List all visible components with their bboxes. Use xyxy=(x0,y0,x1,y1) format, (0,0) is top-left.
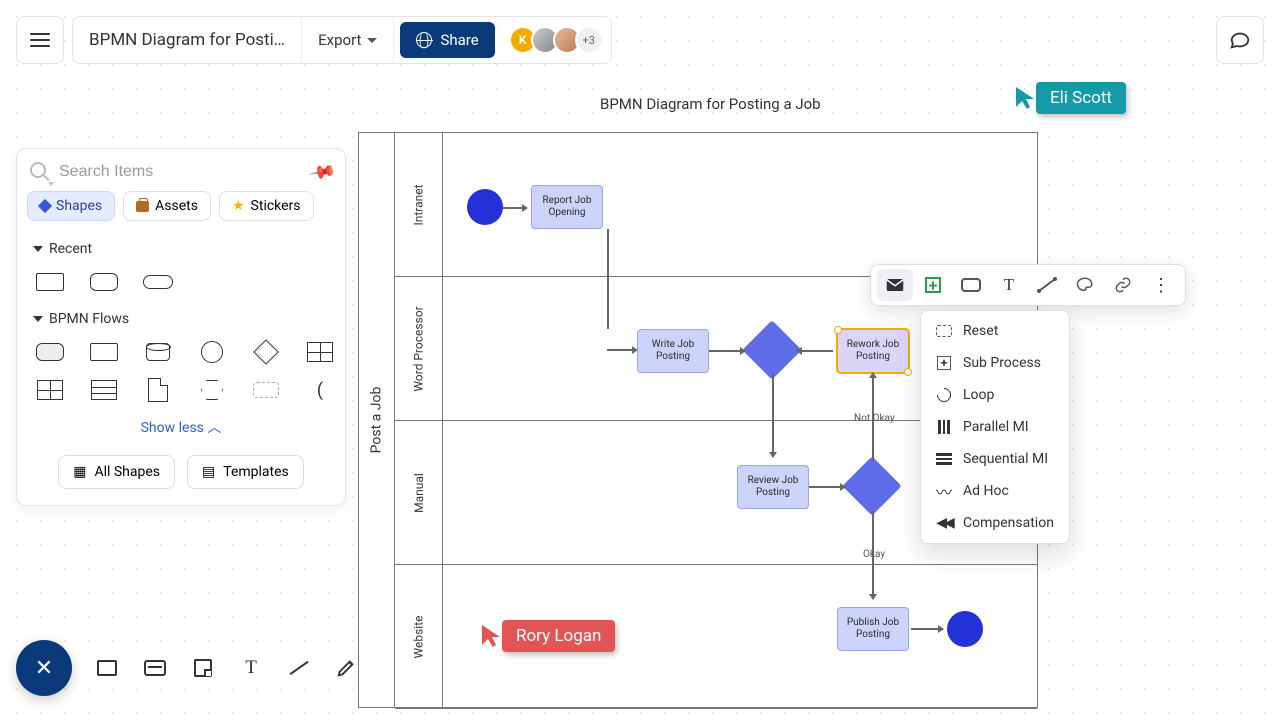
cursor-eli: Eli Scott xyxy=(1014,82,1126,114)
shape-document[interactable] xyxy=(141,379,175,401)
tool-text[interactable]: T xyxy=(991,269,1027,301)
shape-group[interactable] xyxy=(249,379,283,401)
shape-circle[interactable] xyxy=(195,341,229,363)
shape-rect[interactable] xyxy=(33,271,67,293)
section-recent[interactable]: Recent xyxy=(17,231,345,263)
shape-table[interactable] xyxy=(33,379,67,401)
shape-pool[interactable] xyxy=(303,341,337,363)
chevron-down-icon xyxy=(33,316,43,322)
shape-task[interactable] xyxy=(33,341,67,363)
tab-shapes[interactable]: Shapes xyxy=(27,191,115,221)
edge xyxy=(911,628,943,630)
edge xyxy=(772,373,774,457)
close-icon: ✕ xyxy=(35,656,53,681)
share-label: Share xyxy=(440,31,478,49)
shape-lane[interactable] xyxy=(87,379,121,401)
task-review[interactable]: Review Job Posting xyxy=(737,465,809,509)
menu-compensation[interactable]: ◀◀Compensation xyxy=(921,507,1069,539)
shape-rect[interactable] xyxy=(87,341,121,363)
selection-toolbar: + T ⋮ xyxy=(870,264,1186,306)
recent-shapes xyxy=(17,263,345,301)
share-button[interactable]: Share xyxy=(400,22,494,58)
chevron-up-icon: ︿ xyxy=(207,420,221,436)
task-publish[interactable]: Publish Job Posting xyxy=(837,607,909,651)
canvas-title: BPMN Diagram for Posting a Job xyxy=(600,95,821,113)
menu-button[interactable] xyxy=(16,16,64,64)
tool-connector[interactable] xyxy=(1029,269,1065,301)
cursor-label: Eli Scott xyxy=(1036,82,1126,114)
cursor-rory: Rory Logan xyxy=(480,620,615,652)
task-rework[interactable]: Rework Job Posting xyxy=(837,329,909,373)
edge xyxy=(607,229,609,329)
shape-rounded-rect[interactable] xyxy=(87,271,121,293)
shape-pill[interactable] xyxy=(141,271,175,293)
edge xyxy=(709,350,745,352)
star-icon: ★ xyxy=(232,198,245,214)
menu-subprocess[interactable]: +Sub Process xyxy=(921,347,1069,379)
globe-icon xyxy=(416,32,432,48)
tool-more[interactable]: ⋮ xyxy=(1143,269,1179,301)
menu-loop[interactable]: Loop xyxy=(921,379,1069,411)
cursor-icon xyxy=(480,623,502,649)
search-input[interactable] xyxy=(59,163,259,181)
pool-label[interactable]: Post a Job xyxy=(359,133,395,707)
shape-hexagon[interactable] xyxy=(195,379,229,401)
chevron-down-icon xyxy=(367,38,377,43)
chevron-down-icon xyxy=(33,246,43,252)
grid-icon: ▦ xyxy=(73,464,86,480)
tool-color[interactable] xyxy=(1067,269,1103,301)
edge xyxy=(607,349,637,351)
all-shapes-button[interactable]: ▦All Shapes xyxy=(58,455,175,489)
tool-rectangle[interactable] xyxy=(92,653,122,683)
edge-label-okay: Okay xyxy=(863,549,885,560)
tool-shape[interactable] xyxy=(953,269,989,301)
edge-label-not-okay: Not Okay xyxy=(854,413,895,424)
tab-stickers[interactable]: ★Stickers xyxy=(219,191,314,221)
export-button[interactable]: Export xyxy=(302,17,394,63)
diamond-icon xyxy=(38,199,52,213)
tool-link[interactable] xyxy=(1105,269,1141,301)
tool-add[interactable]: + xyxy=(915,269,951,301)
collaborators[interactable]: K +3 xyxy=(501,26,611,54)
cursor-label: Rory Logan xyxy=(502,620,615,652)
section-bpmn[interactable]: BPMN Flows xyxy=(17,301,345,333)
close-toolbar-button[interactable]: ✕ xyxy=(16,640,72,696)
export-label: Export xyxy=(318,31,361,49)
tool-line[interactable] xyxy=(284,653,314,683)
end-event[interactable] xyxy=(947,611,983,647)
tool-sticky[interactable] xyxy=(188,653,218,683)
edge xyxy=(797,350,833,352)
bpmn-shapes: ( xyxy=(17,333,345,409)
comments-button[interactable] xyxy=(1216,16,1264,64)
search-icon[interactable] xyxy=(29,161,51,183)
menu-icon xyxy=(30,33,50,47)
menu-sequential[interactable]: Sequential MI xyxy=(921,443,1069,475)
shape-gateway[interactable] xyxy=(249,341,283,363)
shapes-panel: 📌 Shapes Assets ★Stickers Recent BPMN Fl… xyxy=(16,148,346,506)
pin-icon[interactable]: 📌 xyxy=(307,157,337,187)
document-title[interactable]: BPMN Diagram for Posti… xyxy=(73,17,302,63)
shape-annotation[interactable]: ( xyxy=(303,379,337,401)
edge xyxy=(809,486,845,488)
task-report[interactable]: Report Job Opening xyxy=(531,185,603,229)
subprocess-menu: Reset +Sub Process Loop Parallel MI Sequ… xyxy=(920,310,1070,544)
task-write[interactable]: Write Job Posting xyxy=(637,329,709,373)
template-icon: ▤ xyxy=(202,464,215,480)
avatar-more[interactable]: +3 xyxy=(575,26,603,54)
templates-button[interactable]: ▤Templates xyxy=(187,455,304,489)
menu-reset[interactable]: Reset xyxy=(921,315,1069,347)
shape-datastore[interactable] xyxy=(141,341,175,363)
tool-text[interactable]: T xyxy=(236,653,266,683)
start-event[interactable] xyxy=(467,189,503,225)
menu-parallel[interactable]: Parallel MI xyxy=(921,411,1069,443)
show-less[interactable]: Show less ︿ xyxy=(17,409,345,441)
menu-adhoc[interactable]: 〰Ad Hoc xyxy=(921,475,1069,507)
tool-card[interactable] xyxy=(140,653,170,683)
edge xyxy=(503,207,527,209)
tool-mail[interactable] xyxy=(877,269,913,301)
cursor-icon xyxy=(1014,85,1036,111)
tab-assets[interactable]: Assets xyxy=(123,191,211,221)
briefcase-icon xyxy=(136,201,149,212)
comment-icon xyxy=(1229,29,1251,51)
